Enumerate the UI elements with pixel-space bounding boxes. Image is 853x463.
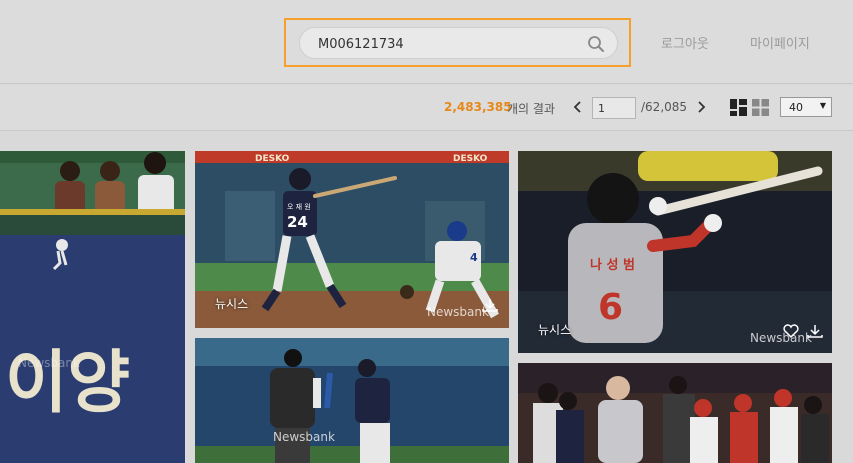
dropdown-arrow-icon: ▼ — [819, 101, 826, 110]
chevron-left-icon[interactable] — [571, 98, 585, 116]
photo-caption: 뉴시스 — [538, 323, 572, 337]
download-icon[interactable] — [481, 297, 499, 313]
photo-team-celebration — [518, 363, 832, 463]
photo-watermark: Newsbank — [427, 305, 489, 319]
search-input[interactable] — [318, 34, 568, 54]
jersey-name: 오 재 원 — [287, 202, 311, 211]
photo-tile[interactable]: 이양 Newsbank — [0, 151, 185, 463]
page-number-input[interactable] — [592, 97, 636, 119]
result-count: 2,483,385 — [444, 100, 512, 114]
jersey-number: 6 — [598, 287, 623, 328]
per-page-value: 40 — [789, 101, 803, 114]
grid-view-icon[interactable] — [752, 99, 769, 116]
search-focus-ring — [284, 18, 631, 67]
heart-icon[interactable] — [782, 323, 800, 339]
mosaic-view-icon[interactable] — [730, 99, 747, 116]
photo-tile[interactable]: 나 성 범 6 뉴시스 Newsbank — [518, 151, 832, 353]
photo-actions — [782, 323, 824, 339]
photo-tile[interactable] — [518, 363, 832, 463]
logout-link[interactable]: 로그아웃 — [661, 33, 709, 52]
search-icon[interactable] — [587, 35, 605, 53]
mypage-link[interactable]: 마이페이지 — [750, 33, 810, 52]
photo-tile[interactable]: Newsbank — [195, 338, 509, 463]
photo-watermark: Newsbank — [273, 430, 335, 444]
jersey-number: 24 — [287, 213, 308, 231]
page-total: /62,085 — [641, 100, 688, 114]
search-box[interactable] — [299, 27, 618, 59]
header: 로그아웃 마이페이지 — [0, 0, 853, 84]
results-toolbar: 2,483,385 개의 결과 /62,085 40 ▼ — [0, 85, 853, 131]
photo-stadium-crowd: 이양 — [0, 151, 185, 463]
jersey-number: 4 — [470, 251, 478, 264]
photo-actions — [481, 297, 499, 313]
chevron-right-icon[interactable] — [694, 98, 708, 116]
photo-caption: 뉴시스 — [215, 297, 249, 311]
banner-text: DESKO — [255, 154, 290, 164]
photo-tile[interactable]: DESKO DESKO 24 오 재 원 4 뉴시스 Newsbank — [195, 151, 509, 328]
banner-text: DESKO — [453, 154, 488, 164]
photo-watermark: Newsbank — [18, 356, 80, 370]
photo-umpire-runner — [195, 338, 509, 463]
result-label: 개의 결과 — [507, 102, 555, 116]
per-page-select[interactable]: 40 ▼ — [780, 97, 832, 117]
download-icon[interactable] — [806, 323, 824, 339]
jersey-name: 나 성 범 — [590, 257, 635, 273]
